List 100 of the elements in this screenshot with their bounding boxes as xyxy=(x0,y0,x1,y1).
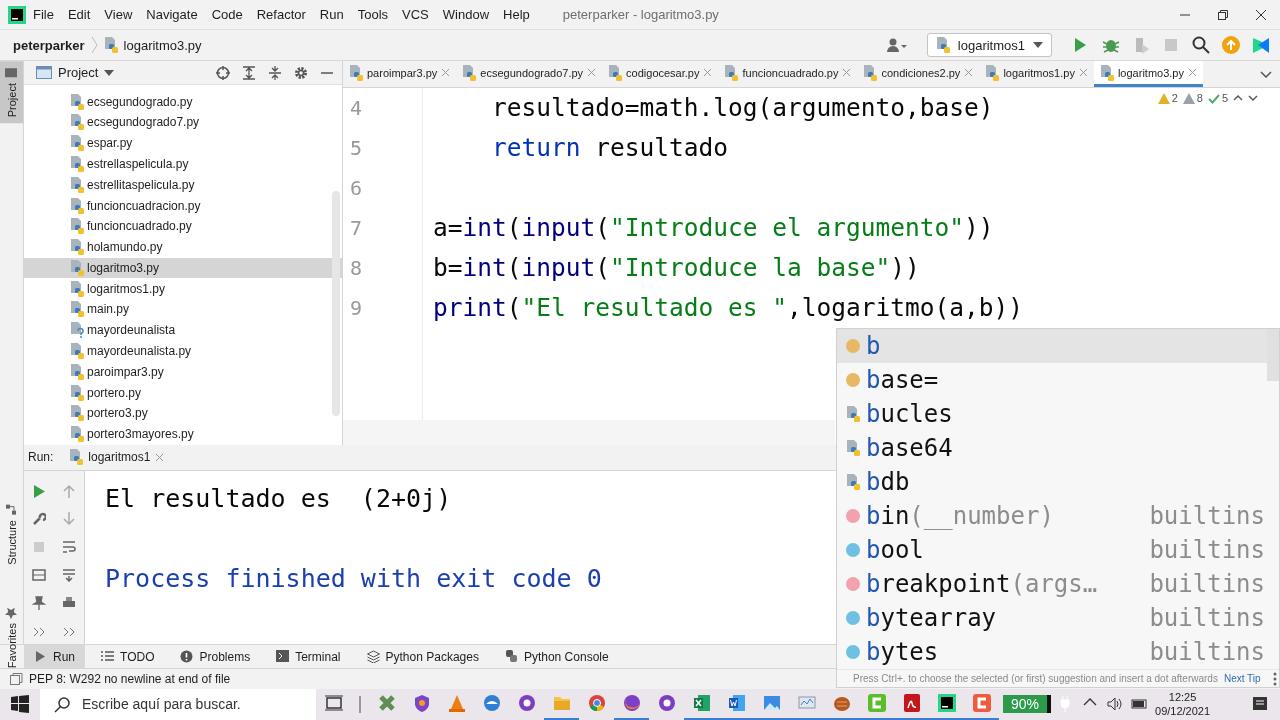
tool-tab[interactable]: Terminal xyxy=(266,645,351,669)
tool-tab[interactable]: TODO xyxy=(91,645,165,669)
close-icon[interactable] xyxy=(1187,68,1197,78)
completion-item[interactable]: b xyxy=(837,329,1267,363)
tool-tab[interactable]: Run xyxy=(24,645,85,669)
wrap-lines-icon[interactable] xyxy=(62,539,76,554)
editor-tab[interactable]: ecsegundogrado7.py xyxy=(456,61,603,88)
file-tree-item[interactable]: funcioncuadracion.py xyxy=(24,195,342,216)
spreadsheet-icon[interactable] xyxy=(692,694,711,713)
toolbox-icon[interactable] xyxy=(1252,36,1270,55)
user-icon[interactable] xyxy=(886,37,907,54)
file-tree-item[interactable]: ecsegundogrado7.py xyxy=(24,111,342,133)
file-tree-item[interactable]: paroimpar3.py xyxy=(24,361,342,383)
completion-item[interactable]: bin(__number) builtins xyxy=(837,499,1267,533)
onion-icon[interactable] xyxy=(657,694,676,713)
completion-item[interactable]: base= xyxy=(837,363,1267,397)
breadcrumb-item[interactable]: logaritmo3.py xyxy=(123,37,202,53)
speaker-icon[interactable] xyxy=(1107,696,1124,713)
completion-item[interactable]: bytes builtins xyxy=(837,635,1267,669)
window-stack-icon[interactable] xyxy=(324,694,343,713)
update-icon[interactable] xyxy=(1222,36,1240,55)
run-config-dropdown[interactable]: logaritmos1 xyxy=(926,33,1052,58)
tool-tab[interactable]: Python Console xyxy=(494,645,619,669)
menu-item[interactable]: View xyxy=(97,4,140,25)
caret-icon[interactable] xyxy=(104,69,115,76)
file-tree-item[interactable]: ecsegundogrado.py xyxy=(24,91,342,112)
panel-toggle-icon[interactable] xyxy=(10,673,23,686)
close-icon[interactable] xyxy=(964,68,974,78)
process-tab[interactable]: logaritmos1 xyxy=(69,449,165,466)
menu-item[interactable]: Code xyxy=(204,4,250,25)
close-icon[interactable] xyxy=(703,68,713,78)
more-icon[interactable] xyxy=(1272,671,1277,686)
file-tree-item[interactable]: logaritmos1.py xyxy=(24,278,342,300)
completion-item[interactable]: bdb xyxy=(837,465,1267,499)
notification-icon[interactable] xyxy=(1252,696,1268,713)
onion-icon[interactable] xyxy=(517,694,536,713)
document-icon[interactable] xyxy=(727,694,746,713)
completion-item[interactable]: bytearray builtins xyxy=(837,601,1267,635)
cross-icon[interactable] xyxy=(377,694,396,713)
file-tree-item[interactable]: holamundo.py xyxy=(24,236,342,258)
crosshair-icon[interactable] xyxy=(216,65,230,80)
collapse-all-icon[interactable] xyxy=(268,65,282,80)
editor-tab[interactable]: logaritmos1.py xyxy=(979,61,1094,88)
menu-item[interactable]: Edit xyxy=(60,4,98,25)
file-tree-item[interactable]: logaritmo3.py xyxy=(24,257,342,279)
breadcrumb-item[interactable]: peterparker xyxy=(13,37,85,53)
close-icon[interactable] xyxy=(587,68,597,78)
completion-item[interactable]: bucles xyxy=(837,397,1267,431)
tool-window-tab[interactable]: Structure xyxy=(0,498,23,571)
run-icon[interactable] xyxy=(32,483,46,498)
menu-item[interactable]: Refactor xyxy=(249,4,313,25)
menu-item[interactable]: Window xyxy=(435,4,497,25)
document-swirl-icon[interactable] xyxy=(902,694,921,713)
landscape-icon[interactable] xyxy=(762,694,781,713)
close-icon[interactable] xyxy=(1078,68,1088,78)
file-tree-item[interactable]: main.py xyxy=(24,299,342,320)
editor-tab[interactable]: logaritmo3.py xyxy=(1093,61,1203,88)
menu-item[interactable]: Run xyxy=(312,4,351,25)
settings-icon[interactable] xyxy=(294,65,308,80)
close-icon[interactable] xyxy=(441,68,451,78)
next-tip-link[interactable]: Next Tip xyxy=(1223,673,1261,684)
file-tree-item[interactable]: mayordeunalista xyxy=(24,319,342,341)
menu-item[interactable]: Tools xyxy=(350,4,396,25)
panel-title[interactable]: Project xyxy=(58,65,99,81)
scroll-to-end-icon[interactable] xyxy=(62,567,76,582)
editor-tab[interactable]: codigocesar.py xyxy=(602,61,719,88)
search-field[interactable]: Escribe aquí para buscar. xyxy=(40,688,316,720)
tool-window-tab[interactable]: Favorites xyxy=(0,601,23,675)
ring-icon[interactable] xyxy=(587,694,606,713)
c-shape-icon[interactable] xyxy=(867,694,886,713)
menu-item[interactable]: Help xyxy=(496,4,537,25)
c-shape-icon[interactable] xyxy=(972,694,991,713)
file-tree-item[interactable]: portero3.py xyxy=(24,403,342,424)
expand-all-icon[interactable] xyxy=(242,65,256,80)
file-tree-item[interactable]: portero.py xyxy=(24,382,342,404)
file-tree-item[interactable]: estrellaspelicula.py xyxy=(24,153,342,175)
file-tree-item[interactable]: portero3mayores.py xyxy=(24,423,342,445)
file-tree-item[interactable]: funcioncuadrado.py xyxy=(24,215,342,237)
file-tree-item[interactable]: mayordeunalista.py xyxy=(24,340,342,362)
search-icon[interactable] xyxy=(1192,36,1210,55)
ide-icon[interactable] xyxy=(937,694,956,713)
wrench-icon[interactable] xyxy=(32,511,46,526)
menu-item[interactable]: VCS xyxy=(395,4,436,25)
menu-item[interactable]: File xyxy=(26,4,61,25)
print-icon[interactable] xyxy=(62,595,76,610)
chevron-down-icon[interactable] xyxy=(1260,70,1272,78)
completion-item[interactable]: b reakpoint(args… builtins xyxy=(837,567,1267,601)
layout-icon[interactable] xyxy=(32,567,46,582)
editor-tab[interactable]: paroimpar3.py xyxy=(343,61,457,88)
file-tree-item[interactable]: estrellitaspelicula.py xyxy=(24,174,342,196)
shield-icon[interactable] xyxy=(412,694,431,713)
editor-tab[interactable]: condiciones2.py xyxy=(857,61,980,88)
completion-item[interactable]: bool builtins xyxy=(837,533,1267,567)
tool-tab[interactable]: Python Packages xyxy=(356,645,489,669)
tool-window-tab[interactable]: Project xyxy=(0,61,23,124)
tool-tab[interactable]: Problems xyxy=(170,645,261,669)
menu-item[interactable]: Navigate xyxy=(139,4,205,25)
pin-icon[interactable] xyxy=(32,595,46,610)
editor-tab[interactable]: funcioncuadrado.py xyxy=(718,61,858,88)
traffic-cone-icon[interactable] xyxy=(447,694,466,713)
